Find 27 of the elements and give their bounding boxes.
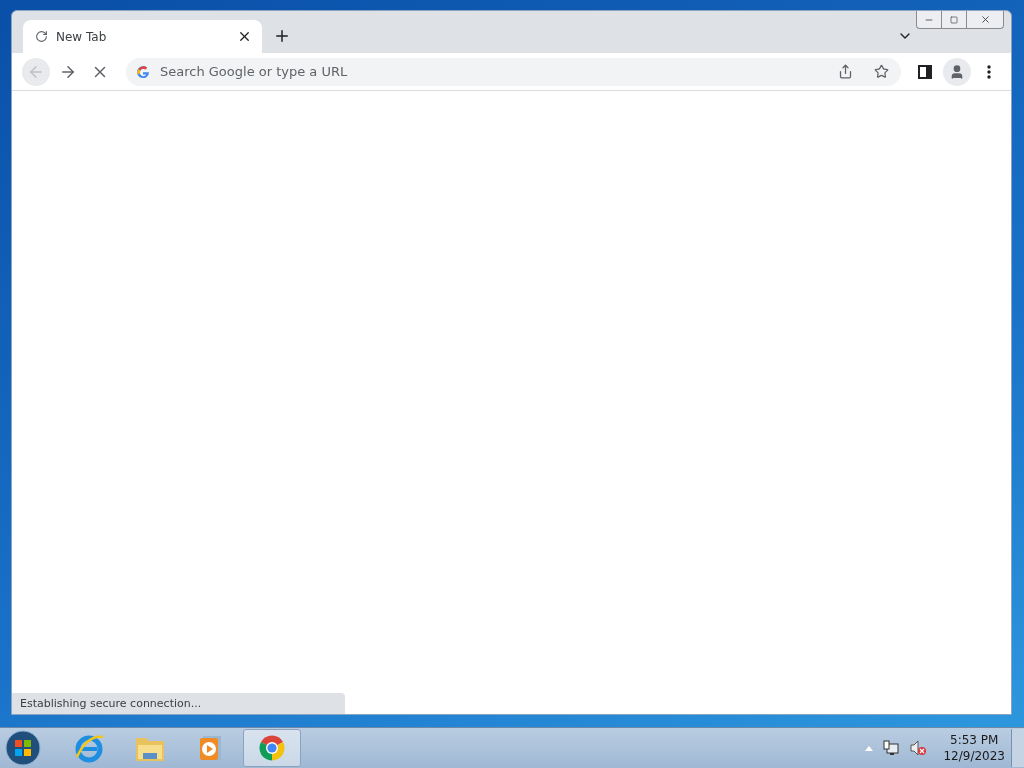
status-bubble: Establishing secure connection... [12, 693, 345, 714]
maximize-icon [950, 15, 958, 24]
show-hidden-icons-icon[interactable] [865, 745, 874, 751]
speaker-icon[interactable] [909, 740, 928, 756]
browser-e-icon [73, 733, 105, 763]
share-icon [837, 64, 853, 79]
star-icon [873, 64, 889, 79]
menu-icon [987, 64, 991, 79]
network-icon[interactable] [883, 740, 900, 756]
clock[interactable]: 5:53 PM 12/9/2023 [943, 732, 1005, 764]
chrome-logo-icon [257, 733, 287, 763]
profile-button[interactable] [943, 57, 971, 86]
close-icon [979, 14, 991, 25]
google-g-icon [136, 64, 150, 79]
loading-icon [35, 30, 48, 43]
clock-date: 12/9/2023 [943, 748, 1005, 764]
tab-title: New Tab [56, 29, 108, 44]
clock-time: 5:53 PM [950, 732, 999, 748]
close-tab-icon[interactable] [237, 29, 252, 44]
show-desktop-button[interactable] [1011, 729, 1024, 767]
start-orb-icon[interactable] [4, 729, 42, 767]
plus-icon [273, 27, 291, 45]
address-bar[interactable]: Search Google or type a URL [126, 57, 901, 86]
user-icon [949, 63, 965, 80]
taskbar-app-button[interactable] [243, 729, 301, 767]
side-panel-icon [918, 64, 932, 79]
browser-tab[interactable]: New Tab [23, 20, 262, 53]
